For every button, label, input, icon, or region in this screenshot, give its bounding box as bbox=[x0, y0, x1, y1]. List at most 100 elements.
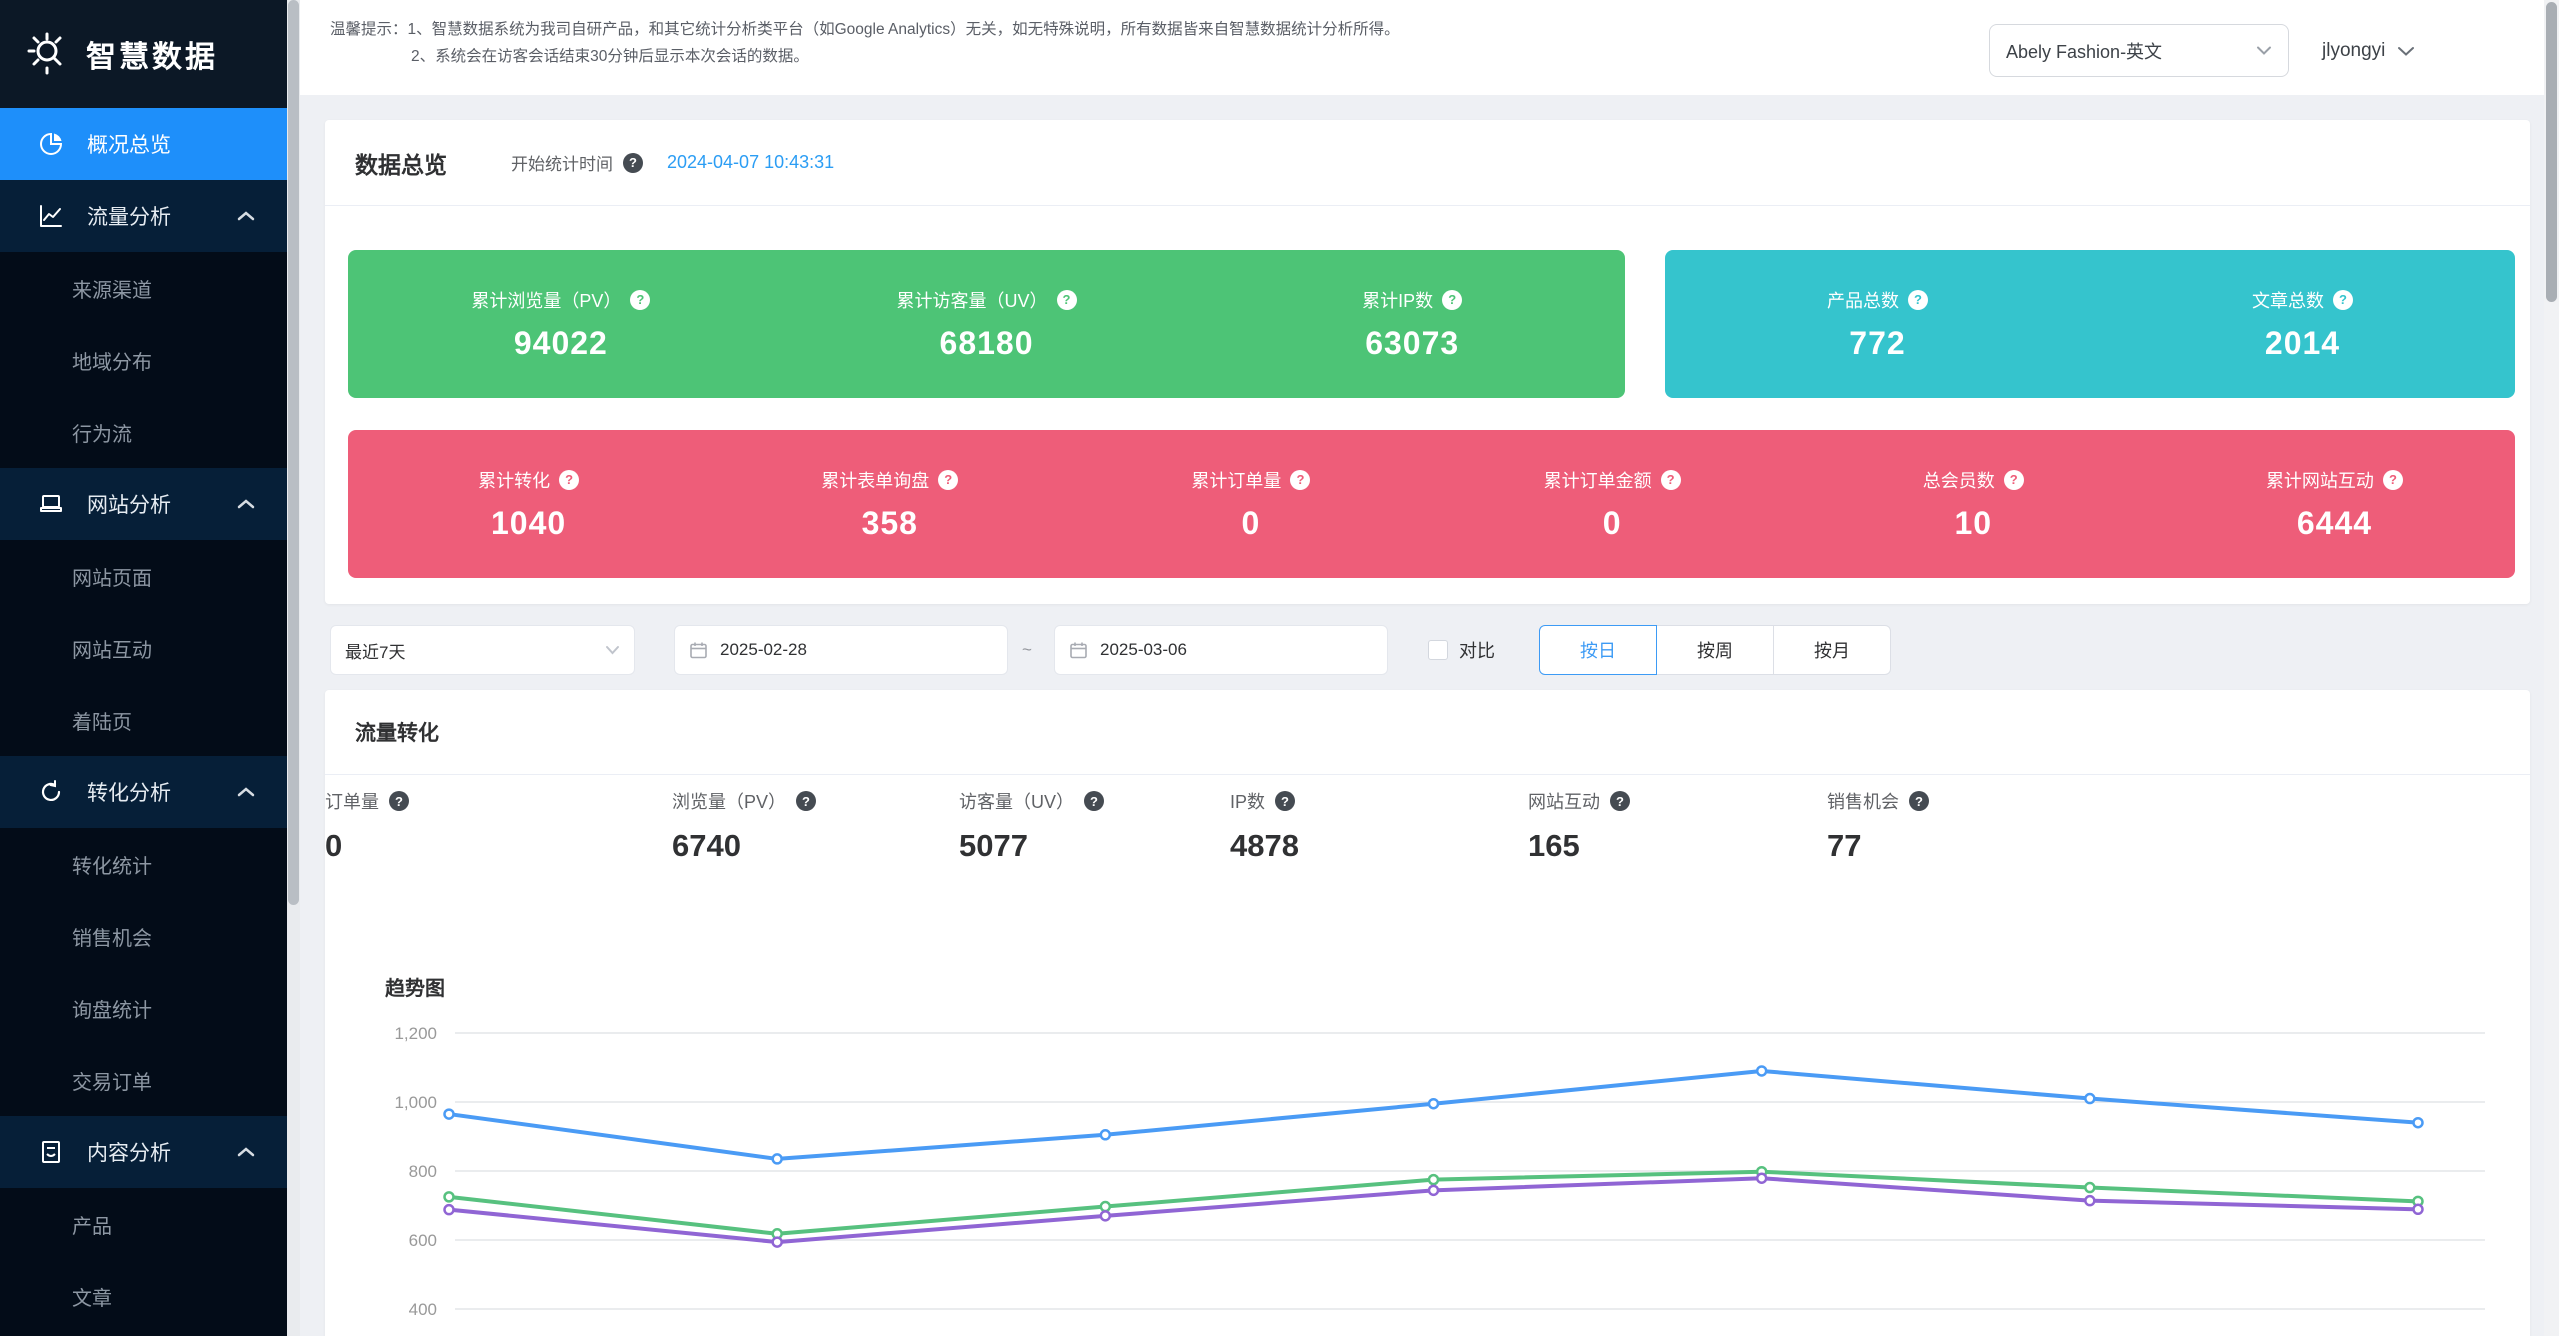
sidebar-item-conversion-stats[interactable]: 转化统计 bbox=[0, 828, 287, 900]
overview-card-header: 数据总览 开始统计时间 ? 2024-04-07 10:43:31 bbox=[325, 120, 2530, 206]
notice-bar: 温馨提示：1、智慧数据系统为我司自研产品，和其它统计分析类平台（如Google … bbox=[300, 0, 2544, 95]
pink-stat-band: 累计转化? 1040 累计表单询盘? 358 累计订单量? 0 累计订单金额? … bbox=[348, 430, 2515, 578]
sidebar-item-label: 地域分布 bbox=[72, 346, 152, 375]
sidebar-item-source-channel[interactable]: 来源渠道 bbox=[0, 252, 287, 324]
granularity-daily-button[interactable]: 按日 bbox=[1539, 625, 1657, 675]
page-title: 数据总览 bbox=[355, 146, 447, 180]
sidebar-nav: 概况总览 流量分析 来源渠道 地域分布 行为流 bbox=[0, 108, 287, 1332]
sidebar-item-label: 流量分析 bbox=[87, 201, 171, 231]
traffic-card-title: 流量转化 bbox=[355, 717, 439, 747]
svg-text:1,200: 1,200 bbox=[394, 1024, 437, 1043]
help-icon[interactable]: ? bbox=[2004, 470, 2024, 490]
traffic-conversion-card: 流量转化 浏览量（PV）? 6740 访客量（UV）? 5077 IP数? 48… bbox=[325, 690, 2530, 1336]
sidebar-item-trade-orders[interactable]: 交易订单 bbox=[0, 1044, 287, 1116]
sidebar-item-label: 行为流 bbox=[72, 418, 132, 447]
stat-value: 5077 bbox=[959, 828, 1104, 864]
teal-stat-band: 产品总数? 772 文章总数? 2014 bbox=[1665, 250, 2515, 398]
sidebar-item-region-distribution[interactable]: 地域分布 bbox=[0, 324, 287, 396]
chevron-up-icon bbox=[237, 498, 255, 510]
notice-text: 温馨提示：1、智慧数据系统为我司自研产品，和其它统计分析类平台（如Google … bbox=[330, 16, 1400, 70]
traffic-stat-orders: 订单量? 0 bbox=[325, 788, 409, 864]
help-icon[interactable]: ? bbox=[1610, 791, 1630, 811]
stat-total-pv: 累计浏览量（PV）? 94022 bbox=[348, 250, 774, 398]
help-icon[interactable]: ? bbox=[1057, 290, 1077, 310]
sidebar-scrollbar[interactable] bbox=[287, 0, 300, 1336]
date-to-value: 2025-03-06 bbox=[1100, 640, 1187, 660]
stat-total-site-interactions: 累计网站互动? 6444 bbox=[2154, 430, 2515, 578]
sidebar-item-label: 网站分析 bbox=[87, 489, 171, 519]
start-time-label: 开始统计时间 ? bbox=[511, 150, 643, 175]
sidebar-item-label: 文章 bbox=[72, 1282, 112, 1311]
sidebar: 智慧数据 概况总览 流量分析 bbox=[0, 0, 287, 1336]
svg-text:600: 600 bbox=[409, 1231, 437, 1250]
sidebar-item-behavior-flow[interactable]: 行为流 bbox=[0, 396, 287, 468]
sidebar-item-inquiry-stats[interactable]: 询盘统计 bbox=[0, 972, 287, 1044]
help-icon[interactable]: ? bbox=[1908, 290, 1928, 310]
stat-total-orders: 累计订单量? 0 bbox=[1070, 430, 1431, 578]
logo-magnifier-icon bbox=[26, 31, 72, 77]
stat-value: 2014 bbox=[2265, 325, 2340, 362]
sidebar-item-traffic-analysis[interactable]: 流量分析 bbox=[0, 180, 287, 252]
stat-total-members: 总会员数? 10 bbox=[1793, 430, 2154, 578]
help-icon[interactable]: ? bbox=[389, 791, 409, 811]
stat-total-uv: 累计访客量（UV）? 68180 bbox=[774, 250, 1200, 398]
help-icon[interactable]: ? bbox=[2333, 290, 2353, 310]
help-icon[interactable]: ? bbox=[938, 470, 958, 490]
stat-value: 1040 bbox=[491, 505, 566, 542]
granularity-monthly-button[interactable]: 按月 bbox=[1773, 625, 1891, 675]
help-icon[interactable]: ? bbox=[1290, 470, 1310, 490]
help-icon[interactable]: ? bbox=[1909, 791, 1929, 811]
help-icon[interactable]: ? bbox=[630, 290, 650, 310]
calendar-icon bbox=[1069, 641, 1088, 660]
help-icon[interactable]: ? bbox=[1275, 791, 1295, 811]
app-logo: 智慧数据 bbox=[0, 0, 287, 108]
sidebar-item-articles[interactable]: 文章 bbox=[0, 1260, 287, 1332]
page-scrollbar-thumb[interactable] bbox=[2546, 2, 2557, 302]
date-separator: ~ bbox=[1022, 625, 1032, 675]
sidebar-item-website-interaction[interactable]: 网站互动 bbox=[0, 612, 287, 684]
user-menu[interactable]: jlyongyi bbox=[2322, 24, 2415, 77]
svg-text:400: 400 bbox=[409, 1300, 437, 1319]
stat-value: 0 bbox=[1242, 505, 1261, 542]
sidebar-item-label: 询盘统计 bbox=[72, 994, 152, 1023]
date-range-select[interactable]: 最近7天 bbox=[330, 625, 635, 675]
sidebar-item-label: 内容分析 bbox=[87, 1137, 171, 1167]
refresh-icon bbox=[37, 778, 65, 806]
help-icon[interactable]: ? bbox=[1084, 791, 1104, 811]
help-icon[interactable]: ? bbox=[1661, 470, 1681, 490]
sidebar-item-content-analysis[interactable]: 内容分析 bbox=[0, 1116, 287, 1188]
page-scrollbar[interactable] bbox=[2544, 0, 2559, 1336]
date-from-input[interactable]: 2025-02-28 bbox=[674, 625, 1008, 675]
stat-total-conversions: 累计转化? 1040 bbox=[348, 430, 709, 578]
sidebar-scrollbar-thumb[interactable] bbox=[288, 0, 299, 905]
trend-chart-title: 趋势图 bbox=[385, 972, 445, 1001]
stat-value: 68180 bbox=[940, 325, 1034, 362]
help-icon[interactable]: ? bbox=[559, 470, 579, 490]
date-from-value: 2025-02-28 bbox=[720, 640, 807, 660]
sidebar-item-sales-opportunities[interactable]: 销售机会 bbox=[0, 900, 287, 972]
help-icon[interactable]: ? bbox=[1442, 290, 1462, 310]
date-range-select-value: 最近7天 bbox=[345, 638, 405, 663]
sidebar-item-website-pages[interactable]: 网站页面 bbox=[0, 540, 287, 612]
sidebar-item-label: 转化分析 bbox=[87, 777, 171, 807]
stat-value: 10 bbox=[1954, 505, 1992, 542]
help-icon[interactable]: ? bbox=[796, 791, 816, 811]
help-icon[interactable]: ? bbox=[2383, 470, 2403, 490]
stat-value: 6740 bbox=[672, 828, 816, 864]
traffic-card-header: 流量转化 bbox=[325, 690, 2530, 775]
sidebar-item-landing-page[interactable]: 着陆页 bbox=[0, 684, 287, 756]
help-icon[interactable]: ? bbox=[623, 153, 643, 173]
compare-option: 对比 bbox=[1428, 625, 1495, 675]
sidebar-item-overview[interactable]: 概况总览 bbox=[0, 108, 287, 180]
sidebar-item-conversion-analysis[interactable]: 转化分析 bbox=[0, 756, 287, 828]
stat-value: 63073 bbox=[1365, 325, 1459, 362]
svg-text:1,000: 1,000 bbox=[394, 1093, 437, 1112]
sidebar-item-products[interactable]: 产品 bbox=[0, 1188, 287, 1260]
sidebar-item-website-analysis[interactable]: 网站分析 bbox=[0, 468, 287, 540]
granularity-weekly-button[interactable]: 按周 bbox=[1656, 625, 1774, 675]
site-select[interactable]: Abely Fashion-英文 bbox=[1989, 24, 2289, 77]
date-to-input[interactable]: 2025-03-06 bbox=[1054, 625, 1388, 675]
compare-label: 对比 bbox=[1459, 637, 1495, 663]
compare-checkbox[interactable] bbox=[1428, 640, 1448, 660]
start-time-value: 2024-04-07 10:43:31 bbox=[667, 152, 834, 173]
